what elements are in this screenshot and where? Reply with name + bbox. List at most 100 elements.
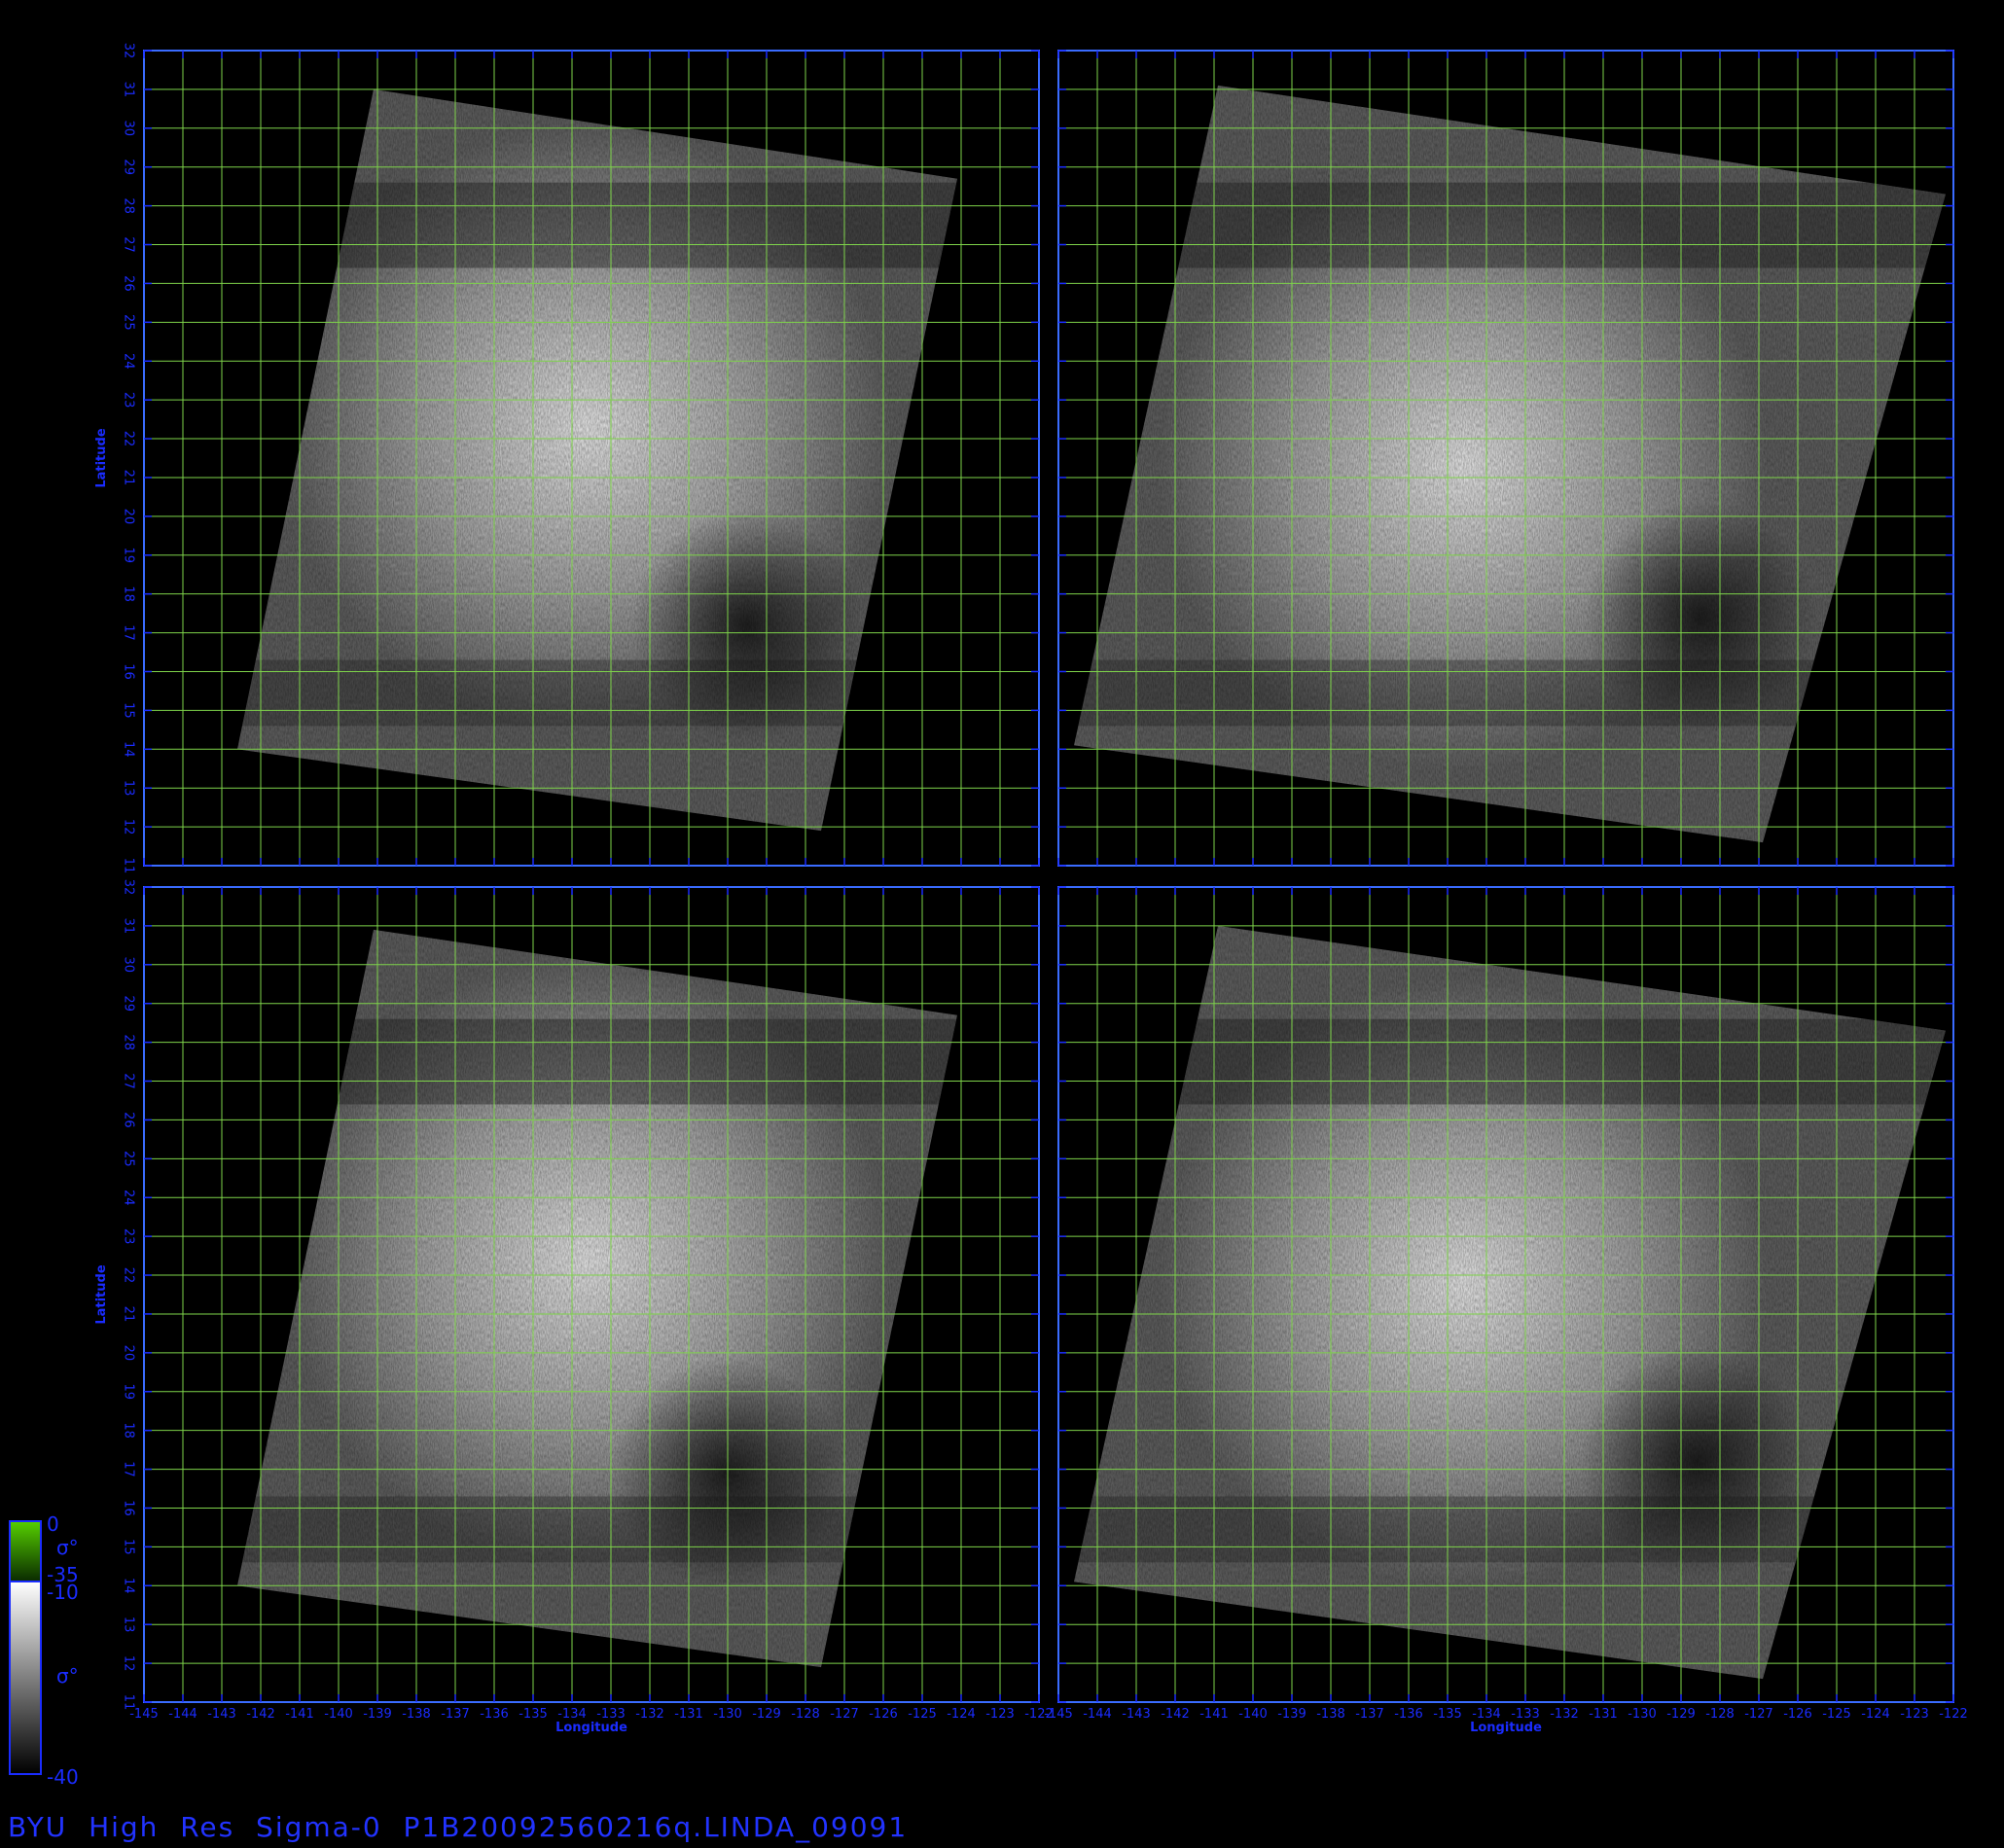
panel-bottom-left: 1112131415161718192021222324252627282930… [94, 879, 1054, 1735]
x-tick-label: -143 [1122, 1707, 1151, 1722]
y-tick-label: 19 [122, 1383, 136, 1400]
y-axis-label: Latitude [94, 428, 109, 488]
y-tick-label: 13 [122, 780, 136, 797]
x-tick-label: -139 [1277, 1707, 1306, 1722]
y-tick-label: 16 [122, 663, 136, 680]
x-tick-label: -123 [1900, 1707, 1929, 1722]
swath-image [237, 89, 957, 832]
y-tick-label: 22 [122, 1267, 136, 1284]
figure-title: BYU High Res Sigma-0 P1B20092560216q.LIN… [8, 1811, 909, 1843]
y-tick-label: 27 [122, 236, 136, 253]
x-tick-label: -137 [441, 1707, 470, 1722]
figure-canvas: 11 12 13 14 15 16 17 18 19 20 21 22 23 24 25 26 27 28 29 30… [9, 43, 1968, 1789]
x-tick-label: -132 [635, 1707, 664, 1722]
y-tick-label: 20 [122, 509, 136, 525]
y-tick-label: 18 [122, 586, 136, 602]
y-tick-label: 26 [122, 275, 136, 292]
y-tick-label: 13 [122, 1617, 136, 1633]
colorbar-lower-symbol: σ° [56, 1664, 79, 1688]
x-tick-label: -134 [1472, 1707, 1501, 1722]
x-tick-label: -126 [1783, 1707, 1812, 1722]
x-tick-label: -144 [168, 1707, 197, 1722]
y-axis-label: Latitude [94, 1264, 109, 1325]
y-tick-label: 14 [122, 741, 136, 758]
y-tick-label: 22 [122, 431, 136, 447]
y-tick-label: 28 [122, 197, 136, 214]
x-tick-label: -138 [1316, 1707, 1345, 1722]
y-tick-label: 11 [122, 858, 136, 874]
x-tick-label: -126 [869, 1707, 898, 1722]
x-tick-label: -144 [1083, 1707, 1112, 1722]
y-tick-label: 32 [122, 879, 136, 896]
x-tick-label: -141 [285, 1707, 314, 1722]
colorbar-top-symbol: σ° [56, 1536, 79, 1559]
y-tick-label: 27 [122, 1073, 136, 1089]
x-tick-label: -136 [1394, 1707, 1423, 1722]
x-tick-label: -123 [985, 1707, 1015, 1722]
y-tick-label: 12 [122, 819, 136, 835]
y-tick-label: 19 [122, 547, 136, 563]
panels-layer: 11 12 13 14 15 16 17 18 19 20 21 22 23 24 25 26 27 28 29 30… [94, 43, 1968, 1735]
y-tick-label: 23 [122, 392, 136, 409]
x-tick-label: -133 [596, 1707, 626, 1722]
x-axis-label: Longitude [555, 1721, 627, 1735]
y-tick-label: 30 [122, 957, 136, 974]
x-tick-label: -138 [402, 1707, 431, 1722]
swath-image [237, 929, 957, 1668]
y-tick-label: 30 [122, 121, 136, 137]
y-tick-label: 28 [122, 1034, 136, 1050]
x-axis-label: Longitude [1470, 1721, 1542, 1735]
x-tick-label: -127 [830, 1707, 859, 1722]
x-tick-label: -127 [1744, 1707, 1773, 1722]
y-tick-label: 23 [122, 1228, 136, 1245]
colorbar-bottom-label: -40 [47, 1765, 79, 1789]
y-tick-label: 29 [122, 995, 136, 1012]
colorbar-lower [9, 1581, 42, 1775]
x-tick-label: -128 [791, 1707, 820, 1722]
y-tick-label: 21 [122, 470, 136, 486]
x-tick-label: -141 [1199, 1707, 1229, 1722]
y-tick-label: 15 [122, 1539, 136, 1555]
x-tick-label: -142 [246, 1707, 275, 1722]
y-tick-label: 32 [122, 43, 136, 59]
x-tick-label: -136 [480, 1707, 509, 1722]
x-tick-label: -125 [908, 1707, 937, 1722]
y-tick-label: 26 [122, 1112, 136, 1128]
x-tick-label: -131 [674, 1707, 703, 1722]
x-tick-label: -125 [1822, 1707, 1851, 1722]
x-tick-label: -124 [947, 1707, 976, 1722]
swath-image [1074, 925, 1946, 1680]
x-tick-label: -143 [207, 1707, 236, 1722]
y-tick-label: 16 [122, 1500, 136, 1516]
x-tick-label: -135 [519, 1707, 548, 1722]
y-tick-label: 17 [122, 1461, 136, 1477]
y-tick-label: 15 [122, 702, 136, 719]
y-tick-label: 12 [122, 1655, 136, 1672]
colorbar-upper [9, 1520, 42, 1582]
panel-top-right [1057, 50, 1954, 867]
x-tick-label: -131 [1589, 1707, 1618, 1722]
x-tick-label: -130 [713, 1707, 742, 1722]
x-tick-label: -132 [1550, 1707, 1579, 1722]
y-tick-label: 29 [122, 159, 136, 175]
x-tick-label: -137 [1355, 1707, 1384, 1722]
y-tick-label: 20 [122, 1345, 136, 1362]
x-tick-label: -134 [557, 1707, 587, 1722]
x-tick-label: -122 [1939, 1707, 1968, 1722]
x-tick-label: -142 [1161, 1707, 1190, 1722]
y-tick-label: 21 [122, 1306, 136, 1323]
y-tick-label: 17 [122, 624, 136, 641]
y-tick-label: 31 [122, 82, 136, 98]
colorbar-mid-label-b: -10 [47, 1581, 79, 1604]
y-tick-label: 25 [122, 314, 136, 331]
x-tick-label: -140 [1238, 1707, 1268, 1722]
x-tick-label: -139 [363, 1707, 392, 1722]
colorbar: 0σ°-35-10σ°-40 [9, 1512, 79, 1789]
panel-bottom-right: -145 -144 -143 -142 -141 -140 -139 -138 -137 -136… [1044, 886, 1968, 1735]
x-tick-label: -128 [1705, 1707, 1735, 1722]
x-tick-label: -140 [324, 1707, 353, 1722]
colorbar-top-label: 0 [47, 1512, 59, 1536]
x-tick-label: -129 [752, 1707, 781, 1722]
x-tick-label: -145 [1044, 1707, 1073, 1722]
x-tick-label: -135 [1433, 1707, 1462, 1722]
